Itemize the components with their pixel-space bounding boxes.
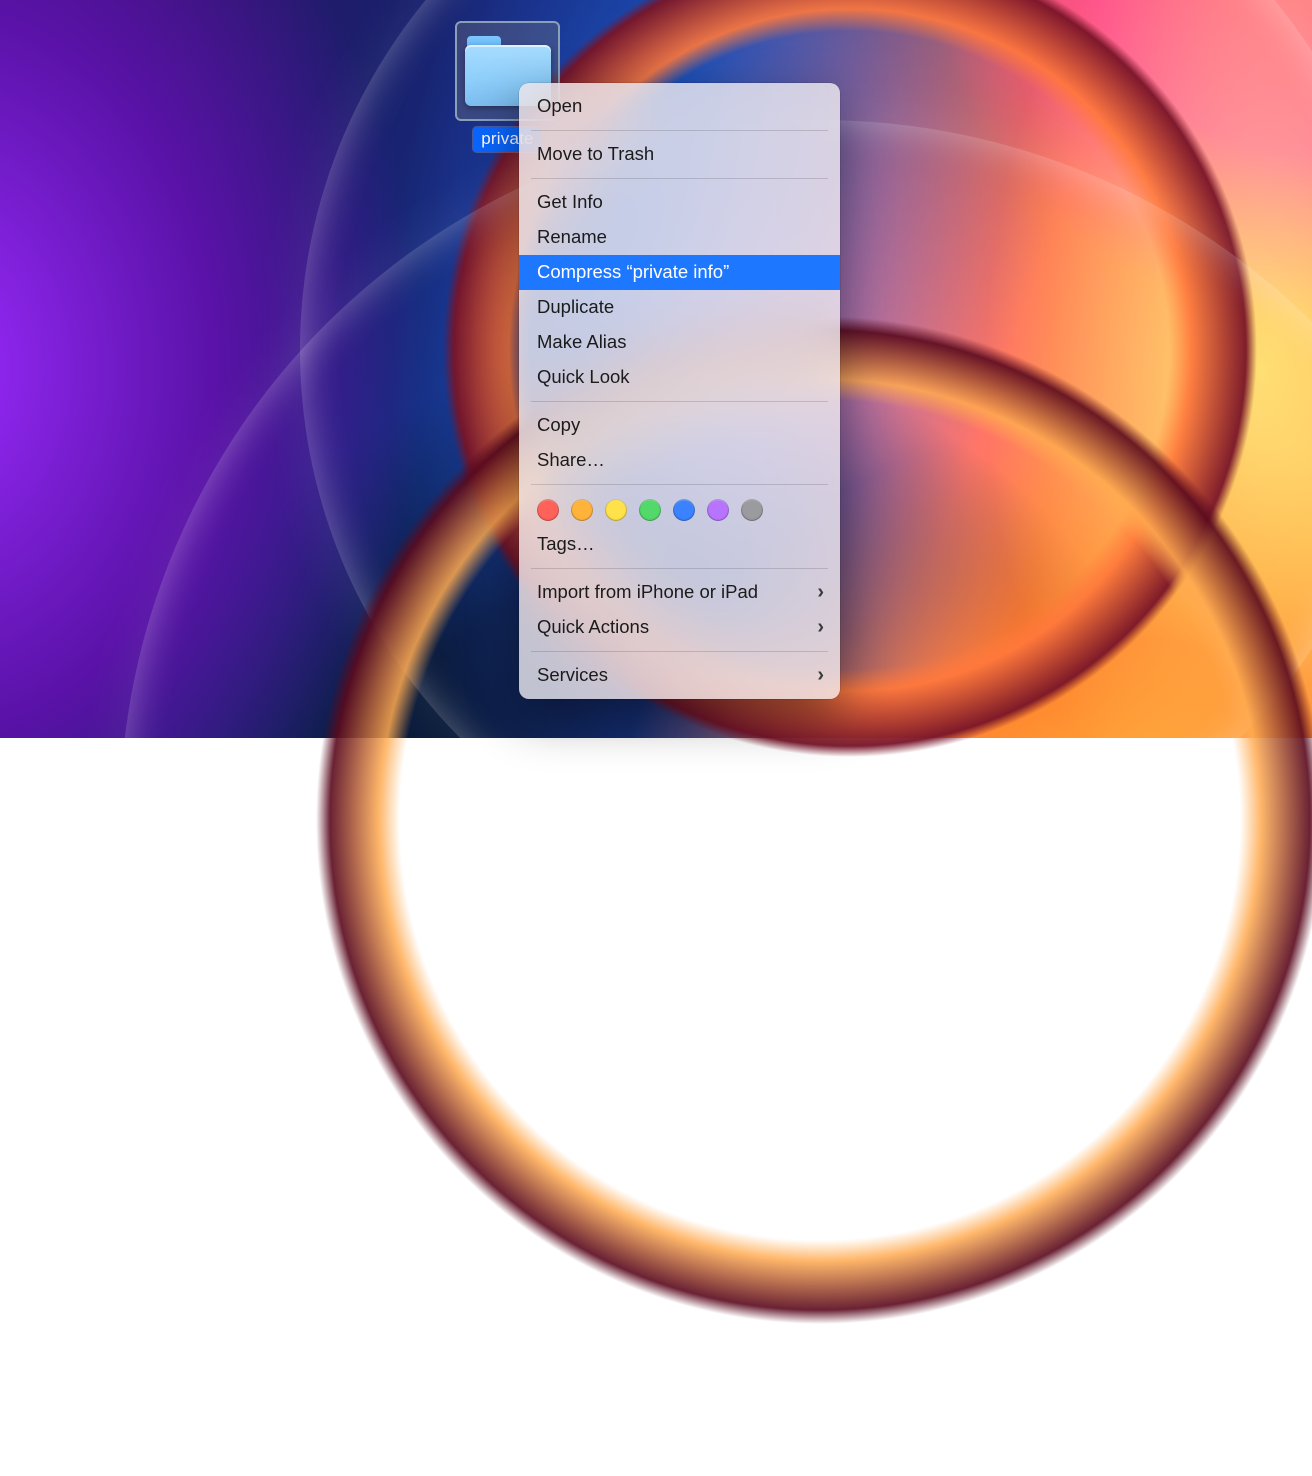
menu-item-label: Share…: [537, 448, 605, 472]
tag-color-blue[interactable]: [673, 499, 695, 521]
chevron-right-icon: ›: [817, 615, 824, 639]
tag-color-orange[interactable]: [571, 499, 593, 521]
menu-item-get-info[interactable]: Get Info: [519, 185, 840, 220]
menu-item-label: Quick Look: [537, 365, 630, 389]
tag-color-gray[interactable]: [741, 499, 763, 521]
menu-item-label: Quick Actions: [537, 615, 649, 639]
menu-item-open[interactable]: Open: [519, 89, 840, 124]
menu-item-share[interactable]: Share…: [519, 443, 840, 478]
menu-item-move-to-trash[interactable]: Move to Trash: [519, 137, 840, 172]
menu-item-copy[interactable]: Copy: [519, 408, 840, 443]
menu-item-import-from-iphone-ipad[interactable]: Import from iPhone or iPad ›: [519, 575, 840, 610]
chevron-right-icon: ›: [817, 663, 824, 687]
menu-item-label: Move to Trash: [537, 142, 654, 166]
menu-item-label: Get Info: [537, 190, 603, 214]
menu-item-label: Duplicate: [537, 295, 614, 319]
menu-item-label: Make Alias: [537, 330, 626, 354]
menu-item-label: Services: [537, 663, 608, 687]
menu-item-rename[interactable]: Rename: [519, 220, 840, 255]
tag-color-red[interactable]: [537, 499, 559, 521]
menu-item-quick-look[interactable]: Quick Look: [519, 360, 840, 395]
menu-item-label: Import from iPhone or iPad: [537, 580, 758, 604]
menu-item-label: Rename: [537, 225, 607, 249]
chevron-right-icon: ›: [817, 580, 824, 604]
tag-color-purple[interactable]: [707, 499, 729, 521]
context-menu: Open Move to Trash Get Info Rename Compr…: [519, 83, 840, 699]
menu-item-label: Open: [537, 94, 582, 118]
menu-separator: [531, 130, 828, 131]
menu-separator: [531, 178, 828, 179]
menu-separator: [531, 651, 828, 652]
menu-item-duplicate[interactable]: Duplicate: [519, 290, 840, 325]
menu-item-label: Tags…: [537, 532, 595, 556]
menu-tag-color-row: [519, 491, 840, 527]
tag-color-yellow[interactable]: [605, 499, 627, 521]
menu-separator: [531, 568, 828, 569]
menu-item-compress[interactable]: Compress “private info”: [519, 255, 840, 290]
menu-item-quick-actions[interactable]: Quick Actions ›: [519, 610, 840, 645]
menu-item-label: Compress “private info”: [537, 260, 729, 284]
menu-item-tags[interactable]: Tags…: [519, 527, 840, 562]
menu-item-services[interactable]: Services ›: [519, 658, 840, 693]
menu-separator: [531, 401, 828, 402]
menu-separator: [531, 484, 828, 485]
menu-item-make-alias[interactable]: Make Alias: [519, 325, 840, 360]
tag-color-green[interactable]: [639, 499, 661, 521]
menu-item-label: Copy: [537, 413, 580, 437]
